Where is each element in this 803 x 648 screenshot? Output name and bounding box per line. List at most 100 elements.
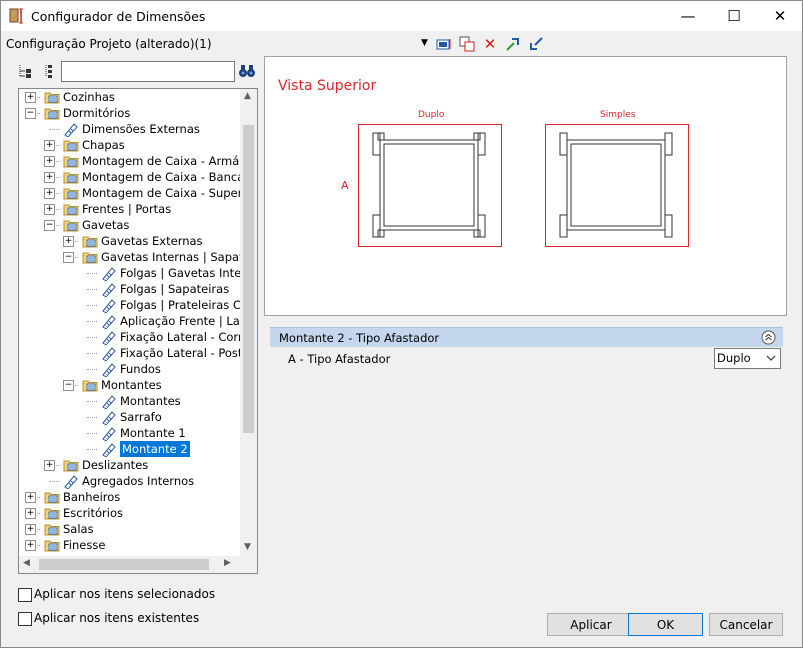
collapse-node-icon[interactable]: − (25, 108, 36, 119)
tree-item[interactable]: Montante 2 (19, 441, 240, 457)
app-icon (9, 8, 23, 24)
tree-item[interactable]: + Montagem de Caixa - Superior (19, 185, 257, 201)
delete-icon[interactable]: ✕ (482, 35, 498, 53)
close-button[interactable]: ✕ (757, 1, 803, 31)
import-icon[interactable] (528, 36, 544, 52)
tree-item[interactable]: Montante 1 (19, 425, 240, 441)
tree-item[interactable]: Dimensões Externas (19, 121, 240, 137)
ruler-item-icon (102, 363, 116, 377)
tree-item[interactable]: Sarrafo (19, 409, 240, 425)
tree-item[interactable]: + Montagem de Caixa - Armário (19, 153, 254, 169)
expand-node-icon[interactable]: + (44, 204, 55, 215)
folder-icon (63, 460, 79, 472)
expand-node-icon[interactable]: + (44, 188, 55, 199)
copy-config-icon[interactable] (459, 36, 475, 52)
tree-item-label: Folgas | Prateleiras Corrediças (120, 298, 257, 312)
expand-node-icon[interactable]: + (44, 156, 55, 167)
expand-all-icon[interactable] (17, 63, 33, 79)
search-input[interactable] (61, 61, 235, 82)
tipo-afastador-select[interactable]: Duplo (714, 348, 781, 369)
expand-node-icon[interactable]: + (44, 172, 55, 183)
tree-item-label: Frentes | Portas (82, 202, 172, 216)
expand-node-icon[interactable]: + (25, 524, 36, 535)
tree-item-label: Montagem de Caixa - Superior (82, 186, 258, 200)
tree-vertical-scrollbar[interactable]: ▲ ▼ (240, 89, 257, 556)
tree-item[interactable]: + Montagem de Caixa - Bancada (19, 169, 257, 185)
folder-icon (44, 92, 60, 104)
ruler-item-icon (102, 347, 116, 361)
expand-node-icon[interactable]: + (25, 508, 36, 519)
tree-item-label: Salas (63, 522, 94, 536)
collapse-section-icon[interactable] (761, 330, 776, 345)
tree-item[interactable]: + Frentes | Portas (19, 201, 240, 217)
tree-item[interactable]: Fundos (19, 361, 240, 377)
folder-icon (44, 492, 60, 504)
collapse-node-icon[interactable]: − (63, 252, 74, 263)
scroll-up-icon[interactable]: ▲ (244, 91, 251, 101)
scroll-right-icon[interactable]: ▶ (224, 558, 231, 568)
cancel-button[interactable]: Cancelar (709, 613, 783, 636)
export-icon[interactable] (505, 36, 521, 52)
folder-icon (63, 156, 79, 168)
search-binoculars-icon[interactable] (238, 63, 256, 79)
save-config-icon[interactable] (436, 36, 452, 52)
tree-item[interactable]: + Finesse (19, 537, 240, 553)
tree-item[interactable]: + Banheiros (19, 489, 240, 505)
apply-button[interactable]: Aplicar (547, 613, 635, 636)
tree-item-label: Fixação Lateral - Posterior (120, 346, 258, 360)
category-tree[interactable]: + Cozinhas − Dormitórios Dimensões Externas +… (18, 88, 258, 574)
maximize-button[interactable]: ☐ (711, 1, 757, 31)
window-title: Configurador de Dimensões (31, 9, 206, 24)
tree-item[interactable]: − Montantes (19, 377, 240, 393)
tree-item[interactable]: − Dormitórios (19, 105, 240, 121)
tree-item[interactable]: Montantes (19, 393, 240, 409)
tree-item[interactable]: Fixação Lateral - Posterior (19, 345, 257, 361)
scroll-down-icon[interactable]: ▼ (244, 542, 251, 552)
tree-item[interactable]: + Deslizantes (19, 457, 240, 473)
tree-item[interactable]: Folgas | Gavetas Internas (19, 265, 257, 281)
properties-section-header[interactable]: Montante 2 - Tipo Afastador (270, 327, 783, 347)
tree-item-label: Montantes (120, 394, 181, 408)
tree-item-label: Montagem de Caixa - Armário (82, 154, 255, 168)
collapse-all-icon[interactable] (41, 63, 57, 79)
tree-item[interactable]: Fixação Lateral - Corrediça (19, 329, 257, 345)
apply-existing-checkbox[interactable] (18, 612, 32, 626)
collapse-node-icon[interactable]: − (44, 220, 55, 231)
tree-item[interactable]: + Gavetas Externas (19, 233, 240, 249)
expand-node-icon[interactable]: + (25, 540, 36, 551)
tree-horizontal-scrollbar[interactable]: ◀ ▶ (19, 556, 240, 573)
tree-item[interactable]: Folgas | Prateleiras Corrediças (19, 297, 257, 313)
ok-button[interactable]: OK (628, 613, 703, 636)
tree-item[interactable]: + Salas (19, 521, 240, 537)
expand-node-icon[interactable]: + (44, 140, 55, 151)
tree-item-label: Finesse (63, 538, 106, 552)
tree-item[interactable]: + Chapas (19, 137, 240, 153)
ruler-item-icon (102, 331, 116, 345)
folder-icon (82, 252, 98, 264)
tree-item-label: Dormitórios (63, 106, 131, 120)
minimize-button[interactable]: — (665, 1, 711, 31)
scroll-thumb[interactable] (243, 125, 254, 433)
config-dropdown-arrow-icon[interactable]: ▼ (421, 38, 428, 48)
tree-item-label: Folgas | Sapateiras (120, 282, 230, 296)
tree-item[interactable]: + Escritórios (19, 505, 240, 521)
tree-item[interactable]: Folgas | Sapateiras (19, 281, 240, 297)
apply-selected-checkbox[interactable] (18, 588, 32, 602)
expand-node-icon[interactable]: + (44, 460, 55, 471)
expand-node-icon[interactable]: + (25, 492, 36, 503)
tree-item-label: Deslizantes (82, 458, 149, 472)
folder-icon (63, 172, 79, 184)
collapse-node-icon[interactable]: − (63, 380, 74, 391)
tree-item[interactable]: − Gavetas (19, 217, 240, 233)
scroll-left-icon[interactable]: ◀ (23, 558, 30, 568)
tree-item[interactable]: − Gavetas Internas | Sapateiras (19, 249, 257, 265)
expand-node-icon[interactable]: + (63, 236, 74, 247)
hscroll-thumb[interactable] (39, 559, 209, 570)
tree-item[interactable]: Aplicação Frente | Lateral (19, 313, 257, 329)
tree-item[interactable]: + Cozinhas (19, 89, 240, 105)
tree-item-label: Montante 1 (120, 426, 186, 440)
expand-node-icon[interactable]: + (25, 92, 36, 103)
folder-icon (44, 108, 60, 120)
tree-item[interactable]: Agregados Internos (19, 473, 240, 489)
tree-item-label: Dimensões Externas (82, 122, 200, 136)
